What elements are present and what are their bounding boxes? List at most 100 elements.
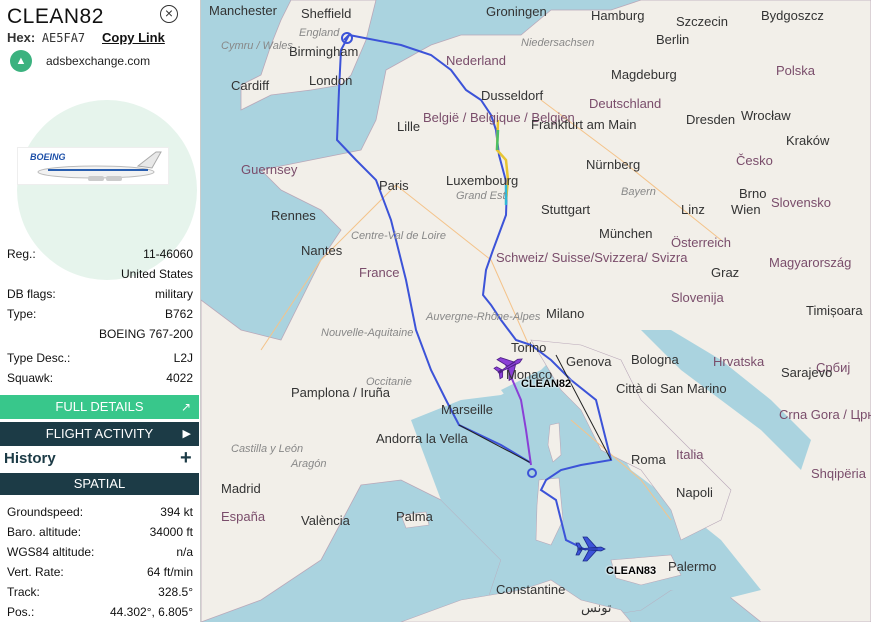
map-place-label: Groningen bbox=[486, 4, 547, 19]
map-place-label: Slovensko bbox=[771, 195, 831, 210]
map-place-label: Palma bbox=[396, 509, 433, 524]
map-place-label: Bologna bbox=[631, 352, 679, 367]
map-place-label: England bbox=[299, 27, 340, 39]
photo-brand-text: BOEING bbox=[30, 152, 66, 162]
detail-value: 4022 bbox=[166, 371, 193, 385]
map-place-label: London bbox=[309, 73, 353, 88]
map-place-label: Dusseldorf bbox=[481, 88, 544, 103]
aircraft-label-clean83[interactable]: CLEAN83 bbox=[606, 565, 656, 577]
spatial-row: WGS84 altitude: n/a bbox=[7, 545, 193, 561]
map-place-label: Palermo bbox=[668, 559, 717, 574]
spatial-label-cell: WGS84 altitude: bbox=[7, 545, 95, 559]
detail-row: United States bbox=[7, 267, 193, 283]
spatial-value-cell: n/a bbox=[176, 545, 193, 559]
spatial-label-cell: Baro. altitude: bbox=[7, 525, 82, 539]
aircraft-photo[interactable]: BOEING bbox=[17, 147, 169, 185]
map-place-label: Kraków bbox=[786, 133, 830, 148]
detail-label: DB flags: bbox=[7, 287, 56, 301]
spatial-row: Vert. Rate: 64 ft/min bbox=[7, 565, 193, 581]
chevron-right-icon: ▶ bbox=[182, 428, 191, 440]
spatial-row: Track: 328.5° bbox=[7, 585, 193, 601]
full-details-button[interactable]: FULL DETAILS ↗ bbox=[0, 395, 199, 419]
map-place-label: Guernsey bbox=[241, 162, 298, 177]
map-place-label: Bydgoszcz bbox=[761, 8, 824, 23]
map-place-label: تونس bbox=[581, 600, 612, 615]
close-icon[interactable]: × bbox=[160, 5, 178, 23]
map-place-label: Cymru / Wales bbox=[221, 40, 293, 52]
detail-row: Type Desc.: L2J bbox=[7, 351, 193, 367]
map-place-label: Wien bbox=[731, 202, 761, 217]
map-place-label: Constantine bbox=[496, 582, 566, 597]
map-place-label: Magyarország bbox=[769, 255, 852, 270]
map-place-label: Cardiff bbox=[231, 78, 270, 93]
detail-row: BOEING 767-200 bbox=[7, 327, 193, 343]
map-place-label: Polska bbox=[776, 63, 816, 78]
map-place-label: Schweiz/ Suisse/Svizzera/ Svizra bbox=[496, 250, 688, 265]
map-place-label: Nederland bbox=[446, 53, 506, 68]
hex-value: AE5FA7 bbox=[41, 31, 86, 45]
map-place-label: Graz bbox=[711, 265, 740, 280]
map-place-label: Hrvatska bbox=[713, 354, 765, 369]
spatial-value-cell: 34000 ft bbox=[149, 525, 193, 539]
map-place-label: Linz bbox=[681, 202, 705, 217]
map-place-label: Česko bbox=[736, 153, 773, 168]
map-place-label: Szczecin bbox=[676, 14, 729, 29]
map-place-label: Auvergne-Rhône-Alpes bbox=[426, 311, 541, 323]
map-place-label: Nouvelle-Aquitaine bbox=[321, 327, 414, 339]
spatial-section-header[interactable]: SPATIAL bbox=[0, 473, 199, 495]
map-place-label: Roma bbox=[631, 452, 666, 467]
map-place-label: Napoli bbox=[676, 485, 713, 500]
map-view[interactable]: Manchester Sheffield England Birmingham Cymr… bbox=[201, 0, 871, 622]
detail-value: L2J bbox=[173, 351, 193, 365]
hex-label: Hex: bbox=[7, 30, 36, 45]
map-place-label: València bbox=[301, 513, 350, 528]
detail-row: Type: B762 bbox=[7, 307, 193, 323]
map-place-label: España bbox=[221, 509, 266, 524]
map-place-label: Castilla y León bbox=[231, 443, 304, 455]
map-place-label: Sarajevo bbox=[781, 365, 833, 380]
map-place-label: Italia bbox=[676, 447, 704, 462]
spatial-value-cell: 394 kt bbox=[160, 505, 193, 519]
flight-activity-button[interactable]: FLIGHT ACTIVITY ▶ bbox=[0, 422, 199, 446]
map-place-label: Marseille bbox=[441, 402, 494, 417]
map-place-label: Centre-Val de Loire bbox=[351, 230, 446, 242]
plus-icon[interactable]: + bbox=[180, 447, 192, 470]
map-place-label: Slovenija bbox=[671, 290, 724, 305]
spatial-value-cell: 64 ft/min bbox=[146, 565, 193, 579]
spatial-row: Groundspeed: 394 kt bbox=[7, 505, 193, 521]
map-place-label: Città di San Marino bbox=[616, 381, 727, 396]
detail-value: B762 bbox=[164, 307, 193, 321]
history-section-title[interactable]: History bbox=[4, 450, 56, 467]
map-place-label: Niedersachsen bbox=[521, 37, 595, 49]
flight-activity-label: FLIGHT ACTIVITY bbox=[45, 426, 154, 441]
map-place-label: Milano bbox=[546, 306, 585, 321]
flight-track-green-segment bbox=[495, 129, 500, 151]
external-link-icon: ↗ bbox=[180, 400, 191, 414]
detail-label: Type Desc.: bbox=[7, 351, 71, 365]
map-place-label: Shqipëria bbox=[811, 466, 866, 481]
map-place-label: Nantes bbox=[301, 243, 343, 258]
map-place-label: Luxembourg bbox=[446, 173, 519, 188]
map-place-label: Pamplona / Iruña bbox=[291, 385, 391, 400]
map-place-label: Paris bbox=[379, 178, 409, 193]
detail-value: BOEING 767-200 bbox=[98, 327, 193, 341]
detail-row: Reg.: 11-46060 bbox=[7, 247, 193, 263]
map-place-label: France bbox=[359, 265, 400, 280]
map-place-label: Birmingham bbox=[289, 44, 359, 59]
copy-link-button[interactable]: Copy Link bbox=[102, 30, 165, 45]
callsign-title: CLEAN82 bbox=[7, 5, 104, 28]
map-place-label: Genova bbox=[566, 354, 612, 369]
detail-value: 11-46060 bbox=[143, 247, 193, 261]
aircraft-photo-area: BOEING bbox=[7, 95, 199, 280]
map-place-label: Lille bbox=[397, 119, 421, 134]
spatial-label-cell: Track: bbox=[7, 585, 40, 599]
aircraft-label-clean82[interactable]: CLEAN82 bbox=[521, 378, 571, 390]
map-place-label: Deutschland bbox=[589, 96, 662, 111]
full-details-label: FULL DETAILS bbox=[55, 399, 144, 414]
map-place-label: Timișoara bbox=[806, 303, 863, 318]
spatial-label-cell: Groundspeed: bbox=[7, 505, 84, 519]
map-place-label: Wrocław bbox=[741, 108, 791, 123]
detail-label: Reg.: bbox=[7, 247, 36, 261]
map-place-label: Berlin bbox=[656, 32, 690, 47]
map-place-label: Rennes bbox=[271, 208, 316, 223]
